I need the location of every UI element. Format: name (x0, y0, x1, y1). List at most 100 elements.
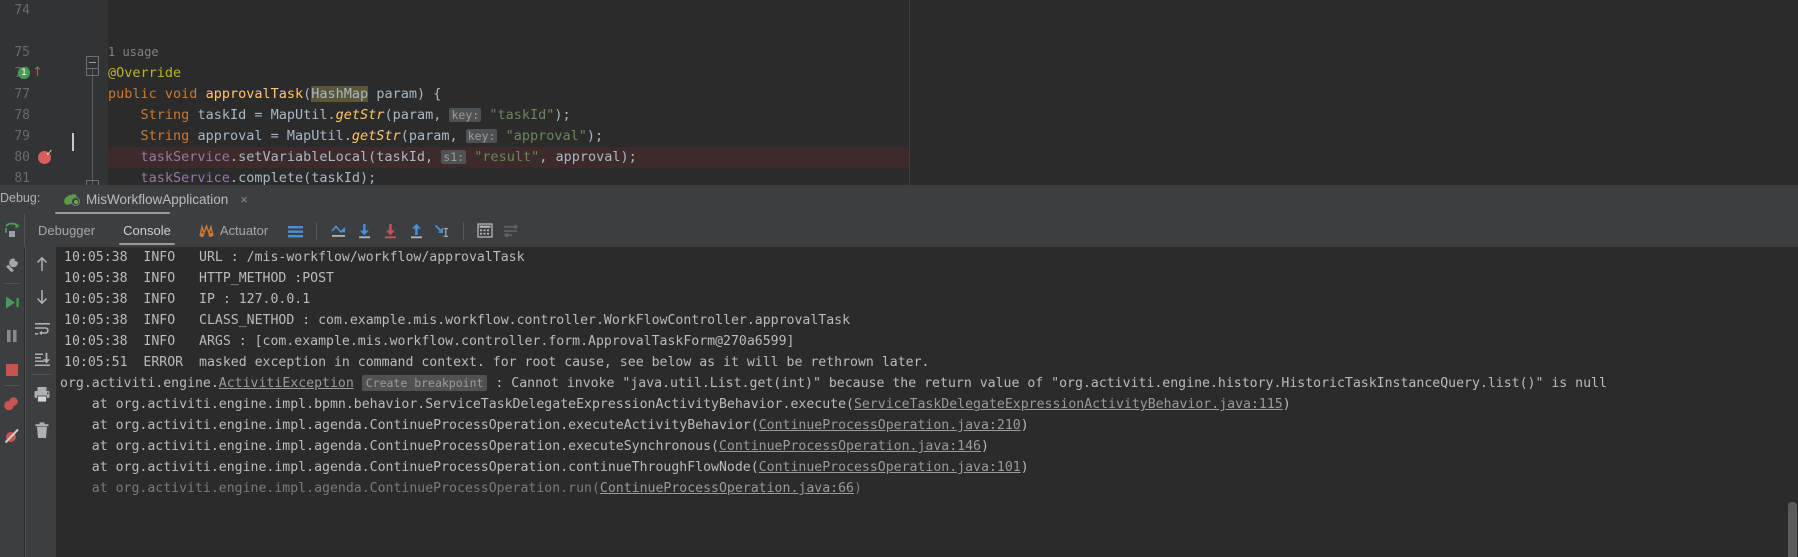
stack-trace-line: at org.activiti.engine.impl.agenda.Conti… (60, 457, 1029, 478)
console-log-line: 10:05:38 INFO ARGS : [com.example.mis.wo… (64, 331, 794, 352)
pause-program-button[interactable] (0, 323, 24, 349)
console-actions-toolbar (25, 247, 57, 557)
stack-frame-text: at org.activiti.engine.impl.agenda.Conti… (60, 418, 759, 433)
spring-boot-icon (63, 192, 80, 208)
tab-debugger[interactable]: Debugger (24, 214, 109, 247)
arrow-to-cursor-icon (435, 224, 449, 237)
stack-frame-text: at org.activiti.engine.impl.agenda.Conti… (60, 460, 759, 475)
line-number: 78 (14, 108, 30, 123)
stack-frame-suffix: ) (1020, 460, 1029, 475)
scroll-end-icon (34, 352, 50, 366)
log-level: INFO (143, 313, 176, 328)
log-level: ERROR (143, 355, 184, 370)
exception-class-link[interactable]: ActivitiException (219, 376, 354, 391)
line-number: 80 (14, 150, 30, 165)
tab-actuator[interactable]: Actuator (185, 214, 282, 247)
editor-gutter[interactable]: 74 75 76 1 ↑ 77 78 79 80 ✓ 81 (0, 0, 78, 185)
stack-frame-link[interactable]: ContinueProcessOperation.java:101 (759, 460, 1021, 475)
soft-wrap-lines-button[interactable] (29, 315, 55, 341)
stack-frame-link[interactable]: ContinueProcessOperation.java:66 (600, 481, 854, 496)
run-method-icon[interactable]: 1 (18, 67, 30, 79)
log-timestamp: 10:05:38 (64, 313, 128, 328)
line-number: 77 (14, 87, 30, 102)
log-timestamp: 10:05:38 (64, 250, 128, 265)
scroll-to-end-red-button[interactable] (377, 218, 403, 244)
console-output[interactable]: 10:05:38 INFO URL : /mis-workflow/workfl… (56, 247, 1798, 557)
param-type-token: HashMap (311, 86, 369, 102)
soft-wrap-button[interactable] (282, 218, 308, 244)
toolbar-divider (316, 221, 318, 240)
method-setvariablelocal-token: setVariableLocal (238, 149, 369, 165)
stack-frame-link[interactable]: ContinueProcessOperation.java:210 (759, 418, 1021, 433)
scroll-to-start-button[interactable] (403, 218, 429, 244)
code-folding-strip[interactable] (78, 0, 108, 185)
keyword-void: void (164, 86, 198, 102)
arg-param-token: param (408, 128, 450, 144)
console-tabs: Debugger Console Actuator (24, 214, 524, 247)
console-log-line: 10:05:38 INFO CLASS_NETHOD : com.example… (64, 310, 850, 331)
toolbar-separator-2 (4, 385, 20, 386)
keyword-public: public (108, 86, 157, 102)
print-button[interactable] (29, 381, 55, 407)
scroll-to-end-button[interactable] (29, 347, 55, 373)
printer-icon (34, 386, 50, 402)
print-table-button[interactable] (472, 218, 498, 244)
console-toolbar-row: Debugger Console Actuator (0, 214, 1798, 248)
code-editor[interactable]: 74 75 76 1 ↑ 77 78 79 80 ✓ 81 (0, 0, 1798, 185)
string-approval-token: "approval" (505, 128, 587, 144)
stack-trace-line: at org.activiti.engine.impl.agenda.Conti… (60, 436, 989, 457)
console-scrollbar-thumb[interactable] (1788, 502, 1797, 557)
resume-program-button[interactable] (0, 289, 24, 315)
code-line-approval: String approval = MapUtil.getStr(param, … (140, 128, 604, 144)
tab-console[interactable]: Console (109, 214, 185, 247)
debug-label: Debug: (0, 191, 41, 205)
code-text-area[interactable]: 1 usage @Override public void approvalTa… (108, 0, 1798, 185)
rerun-button[interactable] (0, 217, 24, 243)
type-string-token: String (140, 107, 190, 123)
scroll-to-top-button[interactable] (325, 218, 351, 244)
wrench-icon (5, 258, 18, 272)
close-icon[interactable]: × (240, 192, 248, 207)
wrap-lines-icon (34, 322, 50, 335)
stop-red-icon (6, 364, 18, 376)
scroll-to-bottom-button[interactable] (351, 218, 377, 244)
arrow-up-icon (36, 256, 48, 271)
stack-frame-link[interactable]: ContinueProcessOperation.java:146 (719, 439, 981, 454)
log-level: INFO (143, 334, 176, 349)
usage-hint[interactable]: 1 usage (108, 42, 159, 63)
code-line-setvariable: taskService.setVariableLocal(taskId, s1:… (140, 149, 637, 165)
annotation-token: @Override (108, 65, 182, 81)
fold-region-start-marker (86, 69, 99, 76)
string-result-token: "result" (474, 149, 540, 165)
log-message: HTTP_METHOD :POST (199, 271, 334, 286)
settings-list-button[interactable] (498, 218, 524, 244)
debug-session-tab[interactable]: MisWorkflowApplication × (58, 185, 254, 214)
stack-frame-link[interactable]: ServiceTaskDelegateExpressionActivityBeh… (854, 397, 1283, 412)
stack-frame-suffix: ) (1020, 418, 1029, 433)
play-green-icon (5, 296, 19, 308)
field-taskservice-token: taskService (140, 170, 230, 185)
log-level: INFO (143, 292, 176, 307)
mute-breakpoints-button[interactable] (0, 423, 24, 449)
arrow-down-to-line-icon (358, 223, 370, 238)
fold-collapse-icon[interactable] (86, 56, 99, 69)
arrow-up-from-line-icon (410, 223, 422, 238)
console-log-line: 10:05:38 INFO HTTP_METHOD :POST (64, 268, 334, 289)
console-scrollbar[interactable] (1786, 247, 1798, 557)
debug-session-title: MisWorkflowApplication (86, 192, 229, 207)
stack-frame-text: at org.activiti.engine.impl.agenda.Conti… (60, 439, 719, 454)
scroll-to-cursor-button[interactable] (429, 218, 455, 244)
line-number: 79 (14, 129, 30, 144)
code-line-taskid: String taskId = MapUtil.getStr(param, ke… (140, 107, 571, 123)
text-caret (72, 133, 74, 151)
stop-button[interactable] (0, 357, 24, 383)
scroll-up-button[interactable] (29, 251, 55, 277)
create-breakpoint-button[interactable]: Create breakpoint (361, 375, 488, 391)
log-timestamp: 10:05:51 (64, 355, 128, 370)
view-breakpoints-button[interactable] (0, 391, 24, 417)
debug-settings-button[interactable] (0, 253, 24, 279)
implementing-method-icon[interactable]: ↑ (32, 65, 43, 81)
clear-all-button[interactable] (29, 417, 55, 443)
debug-actions-toolbar (0, 247, 24, 557)
scroll-down-button[interactable] (29, 283, 55, 309)
